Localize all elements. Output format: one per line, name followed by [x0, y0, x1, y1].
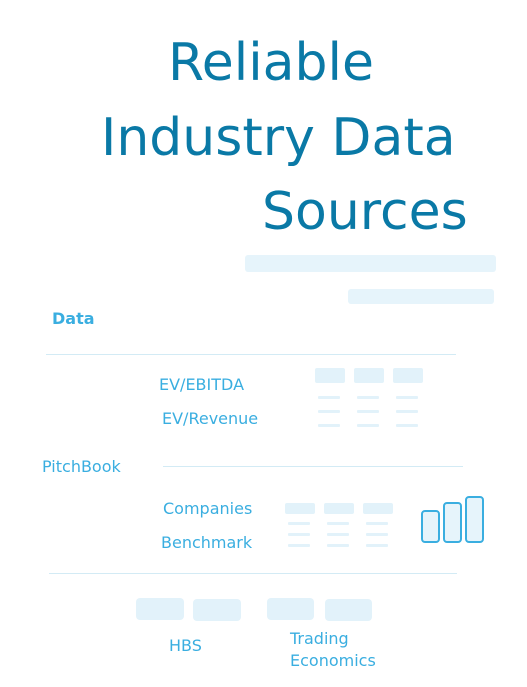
placeholder-pill	[325, 599, 372, 621]
table-line	[288, 544, 310, 547]
placeholder-pill	[267, 598, 314, 620]
metric-label-ev-revenue: EV/Revenue	[162, 409, 259, 428]
divider	[163, 466, 463, 467]
placeholder-pill	[136, 598, 184, 620]
table-line	[327, 522, 349, 525]
header-placeholder-bar	[245, 255, 496, 272]
table-header-cell	[324, 503, 354, 514]
page-title-line-3: Sources	[262, 182, 468, 242]
table-header-cell	[285, 503, 315, 514]
table-line	[327, 533, 349, 536]
table-line	[366, 544, 388, 547]
placeholder-pill	[193, 599, 241, 621]
table-line	[357, 410, 379, 413]
metric-label-ev-ebitda: EV/EBITDA	[159, 375, 245, 394]
header-placeholder-bar-short	[348, 289, 494, 304]
section-heading: Data	[52, 309, 95, 328]
table-line	[366, 522, 388, 525]
table-line	[357, 396, 379, 399]
page-title-line-1: Reliable	[168, 33, 374, 93]
table-line	[366, 533, 388, 536]
table-line	[396, 396, 418, 399]
table-line	[288, 533, 310, 536]
bar-chart-icon	[421, 496, 484, 543]
table-line	[318, 410, 340, 413]
table-header-cell	[363, 503, 393, 514]
table-header-cell	[315, 368, 345, 383]
divider	[46, 354, 456, 355]
table-line	[318, 424, 340, 427]
source-trading-economics-line-1: Trading	[290, 629, 349, 648]
source-trading-economics-line-2: Economics	[290, 651, 376, 670]
page-title-line-2: Industry Data	[101, 108, 456, 168]
divider	[49, 573, 457, 574]
provider-name: PitchBook	[42, 457, 121, 476]
table-line	[318, 396, 340, 399]
table-line	[396, 424, 418, 427]
table-line	[288, 522, 310, 525]
metric-label-companies: Companies	[163, 499, 253, 518]
table-header-cell	[354, 368, 384, 383]
table-line	[357, 424, 379, 427]
table-line	[327, 544, 349, 547]
source-hbs: HBS	[169, 636, 202, 655]
table-header-cell	[393, 368, 423, 383]
metric-label-benchmark: Benchmark	[161, 533, 253, 552]
table-line	[396, 410, 418, 413]
